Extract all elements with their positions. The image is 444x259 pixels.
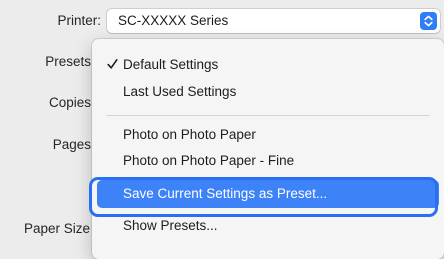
menu-item-show-presets[interactable]: Show Presets... (97, 212, 439, 240)
menu-item-label: Save Current Settings as Preset... (123, 186, 328, 201)
copies-label: Copies (48, 95, 91, 110)
menu-item-save-current-settings-as-preset[interactable]: Save Current Settings as Preset... (97, 180, 439, 208)
checkmark-icon (107, 58, 118, 73)
menu-item-photo-on-photo-paper[interactable]: Photo on Photo Paper (97, 121, 439, 149)
menu-item-label: Photo on Photo Paper - Fine (123, 153, 295, 168)
chevron-updown-icon (420, 12, 437, 30)
presets-label: Presets (45, 54, 91, 69)
menu-item-label: Photo on Photo Paper (123, 127, 256, 142)
menu-item-label: Last Used Settings (123, 84, 237, 99)
menu-item-last-used-settings[interactable]: Last Used Settings (97, 78, 439, 106)
menu-item-label: Default Settings (123, 57, 219, 72)
menu-separator (106, 115, 430, 116)
menu-item-label: Show Presets... (123, 218, 218, 233)
printer-select-value: SC-XXXXX Series (118, 13, 229, 28)
menu-item-default-settings[interactable]: Default Settings (97, 51, 439, 79)
printer-label: Printer: (57, 13, 101, 28)
pages-label: Pages (52, 137, 91, 152)
menu-item-photo-on-photo-paper-fine[interactable]: Photo on Photo Paper - Fine (97, 147, 439, 175)
paper-size-label: Paper Size (23, 221, 90, 236)
presets-dropdown-menu: Default Settings Last Used Settings Phot… (92, 39, 444, 259)
menu-separator (106, 178, 430, 179)
printer-select[interactable]: SC-XXXXX Series (107, 9, 440, 33)
